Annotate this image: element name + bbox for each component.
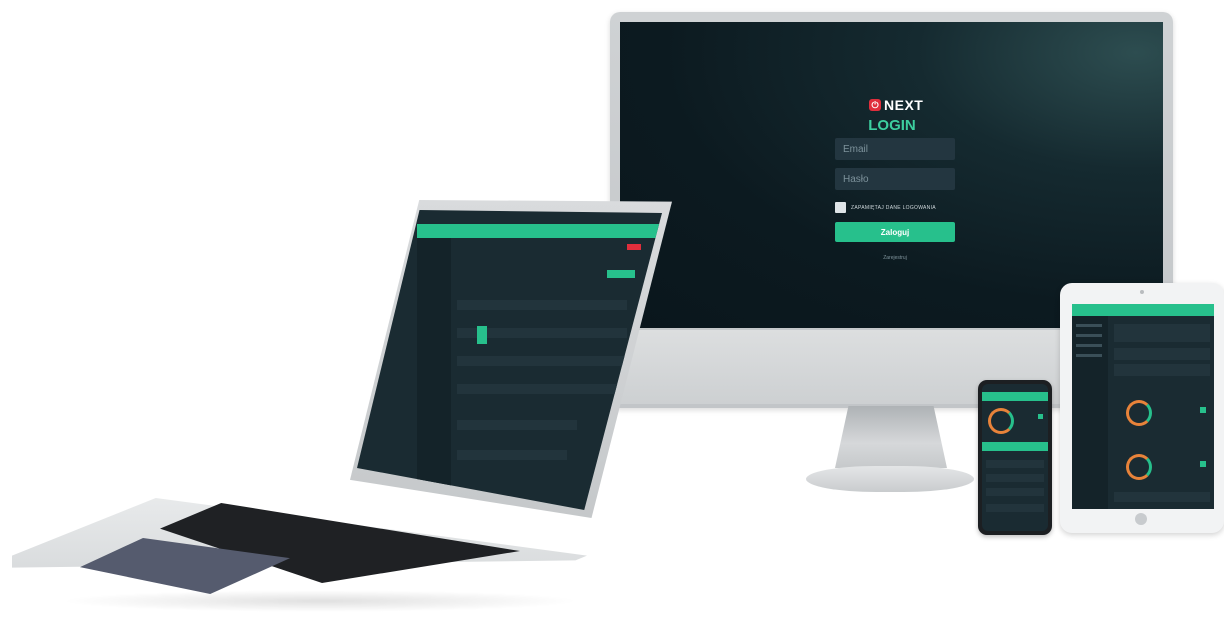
phone-row [986, 504, 1044, 512]
phone-edit-icon[interactable] [1038, 414, 1043, 419]
laptop-row [457, 420, 577, 430]
laptop-row [457, 300, 627, 310]
tablet-card [1114, 364, 1210, 376]
tablet-card [1114, 324, 1210, 342]
phone-section-header [982, 442, 1048, 451]
laptop-app-sidebar [417, 238, 451, 498]
phone-gauge [988, 408, 1014, 434]
monitor-stand-neck [835, 406, 947, 468]
phone-app-header [982, 392, 1048, 401]
tablet-card [1114, 492, 1210, 502]
password-field[interactable] [835, 168, 955, 190]
logo-text: NEXT [884, 97, 924, 113]
remember-me-label: ZAPAMIĘTAJ DANE LOGOWANIA [851, 204, 936, 211]
tablet-screen [1072, 304, 1214, 509]
tablet-camera [1140, 290, 1144, 294]
tablet-edit-icon[interactable] [1200, 461, 1206, 467]
tablet-card [1114, 348, 1210, 360]
laptop-row [457, 384, 627, 394]
laptop-screen [357, 210, 662, 510]
laptop-active-toggle[interactable] [477, 326, 487, 344]
monitor-stand-base [806, 466, 974, 492]
laptop-alert-badge [627, 244, 641, 250]
remember-me-checkbox[interactable] [835, 202, 846, 213]
power-logo-icon: ⏻ [869, 99, 881, 111]
laptop-app-header [417, 224, 662, 238]
remember-me-row: ZAPAMIĘTAJ DANE LOGOWANIA [835, 202, 936, 213]
brand-logo: ⏻ NEXT [869, 97, 929, 113]
tablet-edit-icon[interactable] [1200, 407, 1206, 413]
phone-row [986, 460, 1044, 468]
laptop-action-button[interactable] [607, 270, 635, 278]
laptop-row [457, 356, 627, 366]
email-field[interactable] [835, 138, 955, 160]
tablet-gauge [1126, 400, 1152, 426]
laptop-row [457, 450, 567, 460]
login-title: LOGIN [868, 117, 916, 134]
tablet-app-sidebar [1072, 316, 1108, 509]
laptop-shadow [60, 590, 580, 612]
register-link[interactable]: Zarejestruj [870, 255, 920, 261]
tablet-app-header [1072, 304, 1214, 316]
tablet-home-button [1135, 513, 1147, 525]
phone-screen [982, 384, 1048, 531]
tablet-gauge [1126, 454, 1152, 480]
phone-row [986, 488, 1044, 496]
login-button[interactable]: Zaloguj [835, 222, 955, 242]
phone-row [986, 474, 1044, 482]
